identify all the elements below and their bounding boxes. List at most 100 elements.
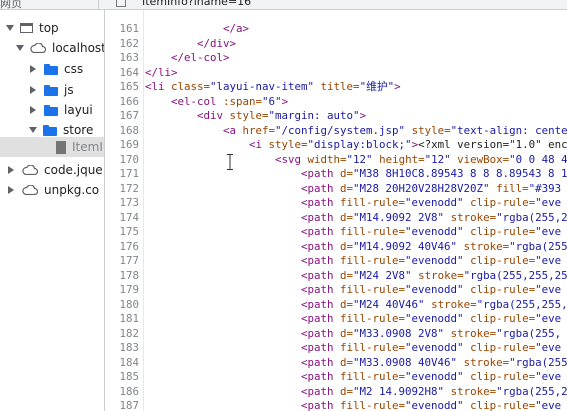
sources-file-tree[interactable]: top localhost: css js layui store ItemI …: [0, 10, 105, 411]
code-line[interactable]: 170 <svg width="12" height="12" viewBox=…: [105, 153, 567, 167]
code-line[interactable]: 183 <path fill-rule="evenodd" clip-rule=…: [105, 341, 567, 355]
code-text[interactable]: <path d="M14.9092 2V8" stroke="rgba(255,…: [145, 211, 567, 225]
code-line[interactable]: 176 <path d="M14.9092 40V46" stroke="rgb…: [105, 240, 567, 254]
code-text[interactable]: <a href="/config/system.jsp" style="text…: [145, 124, 567, 138]
line-number[interactable]: 162: [105, 37, 139, 51]
code-line[interactable]: 161 </a>: [105, 22, 567, 36]
code-line[interactable]: 178 <path d="M24 2V8" stroke="rgba(255,2…: [105, 269, 567, 283]
line-number[interactable]: 169: [105, 138, 139, 152]
code-line[interactable]: 180 <path d="M24 40V46" stroke="rgba(255…: [105, 298, 567, 312]
chevron-down-icon[interactable]: [6, 25, 14, 31]
code-text[interactable]: <li class="layui-nav-item" title="维护">: [145, 80, 401, 94]
tree-item-localhost[interactable]: localhost:: [0, 38, 104, 58]
line-number[interactable]: 175: [105, 225, 139, 239]
line-number[interactable]: 181: [105, 312, 139, 326]
line-number[interactable]: 185: [105, 370, 139, 384]
tree-item-css[interactable]: css: [0, 59, 104, 79]
line-number[interactable]: 186: [105, 385, 139, 399]
code-text[interactable]: </div>: [145, 37, 236, 51]
line-number[interactable]: 176: [105, 240, 139, 254]
code-text[interactable]: <path d="M33.0908 40V46" stroke="rgba(25…: [145, 356, 567, 370]
code-line[interactable]: 167 <div style="margin: auto">: [105, 109, 567, 123]
chevron-right-icon[interactable]: [8, 166, 14, 174]
line-number[interactable]: 187: [105, 399, 139, 411]
tree-item-code-jquery[interactable]: code.jque: [0, 160, 104, 180]
code-text[interactable]: <path fill-rule="evenodd" clip-rule="eve: [145, 399, 561, 411]
code-line[interactable]: 163 </el-col>: [105, 51, 567, 65]
code-line[interactable]: 173 <path fill-rule="evenodd" clip-rule=…: [105, 196, 567, 210]
code-text[interactable]: </a>: [145, 22, 249, 36]
code-text[interactable]: <i style="display:block;"><?xml version=…: [145, 138, 567, 152]
line-number[interactable]: 179: [105, 283, 139, 297]
code-line[interactable]: 171 <path d="M38 8H10C8.89543 8 8 8.8954…: [105, 167, 567, 181]
line-number[interactable]: 163: [105, 51, 139, 65]
chevron-right-icon[interactable]: [8, 186, 14, 194]
code-editor[interactable]: 161 </a> 162 </div> 163 </el-col> 164 </li> 1…: [105, 10, 567, 411]
code-line[interactable]: 162 </div>: [105, 37, 567, 51]
code-line[interactable]: 172 <path d="M28 20H20V28H28V20Z" fill="…: [105, 182, 567, 196]
line-number[interactable]: 164: [105, 66, 139, 80]
line-number[interactable]: 184: [105, 356, 139, 370]
code-text[interactable]: <path fill-rule="evenodd" clip-rule="eve: [145, 225, 561, 239]
line-number[interactable]: 178: [105, 269, 139, 283]
line-number[interactable]: 165: [105, 80, 139, 94]
code-text[interactable]: <path fill-rule="evenodd" clip-rule="eve: [145, 312, 561, 326]
tree-item-layui[interactable]: layui: [0, 100, 104, 120]
code-text[interactable]: <path d="M2 14.9092H8" stroke="rgba(255,…: [145, 385, 567, 399]
code-line[interactable]: 186 <path d="M2 14.9092H8" stroke="rgba(…: [105, 385, 567, 399]
line-number[interactable]: 167: [105, 109, 139, 123]
code-text[interactable]: </li>: [145, 66, 178, 80]
code-text[interactable]: <svg width="12" height="12" viewBox="0 0…: [145, 153, 567, 167]
chevron-down-icon[interactable]: [16, 45, 24, 51]
code-line[interactable]: 168 <a href="/config/system.jsp" style="…: [105, 124, 567, 138]
code-text[interactable]: <path fill-rule="evenodd" clip-rule="eve: [145, 370, 561, 384]
code-text[interactable]: <path d="M33.0908 2V8" stroke="rgba(255,: [145, 327, 561, 341]
code-text[interactable]: <path d="M28 20H20V28H28V20Z" fill="#393: [145, 182, 561, 196]
line-number[interactable]: 161: [105, 22, 139, 36]
code-text[interactable]: <el-col :span="6">: [145, 95, 288, 109]
code-text[interactable]: <div style="margin: auto">: [145, 109, 366, 123]
line-number[interactable]: 166: [105, 95, 139, 109]
code-line[interactable]: 166 <el-col :span="6">: [105, 95, 567, 109]
code-line[interactable]: 174 <path d="M14.9092 2V8" stroke="rgba(…: [105, 211, 567, 225]
code-text[interactable]: <path d="M24 40V46" stroke="rgba(255,255…: [145, 298, 567, 312]
file-tab[interactable]: ItemInfo?iname=16: [142, 0, 251, 8]
chevron-right-icon[interactable]: [30, 86, 36, 94]
code-line[interactable]: 179 <path fill-rule="evenodd" clip-rule=…: [105, 283, 567, 297]
line-number[interactable]: 182: [105, 327, 139, 341]
code-line[interactable]: 185 <path fill-rule="evenodd" clip-rule=…: [105, 370, 567, 384]
code-text[interactable]: <path d="M14.9092 40V46" stroke="rgba(25…: [145, 240, 567, 254]
code-line[interactable]: 184 <path d="M33.0908 40V46" stroke="rgb…: [105, 356, 567, 370]
chevron-right-icon[interactable]: [30, 106, 36, 114]
code-text[interactable]: <path fill-rule="evenodd" clip-rule="eve: [145, 283, 561, 297]
code-line[interactable]: 164 </li>: [105, 66, 567, 80]
code-line[interactable]: 175 <path fill-rule="evenodd" clip-rule=…: [105, 225, 567, 239]
line-number[interactable]: 172: [105, 182, 139, 196]
code-line[interactable]: 182 <path d="M33.0908 2V8" stroke="rgba(…: [105, 327, 567, 341]
code-line[interactable]: 169 <i style="display:block;"><?xml vers…: [105, 138, 567, 152]
code-text[interactable]: <path fill-rule="evenodd" clip-rule="eve: [145, 254, 561, 268]
code-line[interactable]: 187 <path fill-rule="evenodd" clip-rule=…: [105, 399, 567, 411]
code-line[interactable]: 177 <path fill-rule="evenodd" clip-rule=…: [105, 254, 567, 268]
code-text[interactable]: <path d="M24 2V8" stroke="rgba(255,255,2…: [145, 269, 567, 283]
line-number[interactable]: 177: [105, 254, 139, 268]
line-number[interactable]: 174: [105, 211, 139, 225]
line-number[interactable]: 173: [105, 196, 139, 210]
line-number[interactable]: 168: [105, 124, 139, 138]
code-line[interactable]: 181 <path fill-rule="evenodd" clip-rule=…: [105, 312, 567, 326]
chevron-down-icon[interactable]: [29, 127, 37, 133]
code-text[interactable]: </el-col>: [145, 51, 230, 65]
code-text[interactable]: <path fill-rule="evenodd" clip-rule="eve: [145, 196, 561, 210]
code-text[interactable]: <path d="M38 8H10C8.89543 8 8 8.89543 8 …: [145, 167, 567, 181]
tab-page[interactable]: 网页: [0, 0, 22, 9]
tree-item-js[interactable]: js: [0, 80, 104, 100]
tree-item-top[interactable]: top: [0, 18, 104, 38]
tree-item-unpkg[interactable]: unpkg.co: [0, 180, 104, 200]
line-number[interactable]: 170: [105, 153, 139, 167]
code-text[interactable]: <path fill-rule="evenodd" clip-rule="eve: [145, 341, 561, 355]
code-line[interactable]: 165 <li class="layui-nav-item" title="维护"…: [105, 80, 567, 94]
line-number[interactable]: 183: [105, 341, 139, 355]
tree-item-iteminfo[interactable]: ItemI: [0, 137, 104, 157]
line-number[interactable]: 180: [105, 298, 139, 312]
line-number[interactable]: 171: [105, 167, 139, 181]
